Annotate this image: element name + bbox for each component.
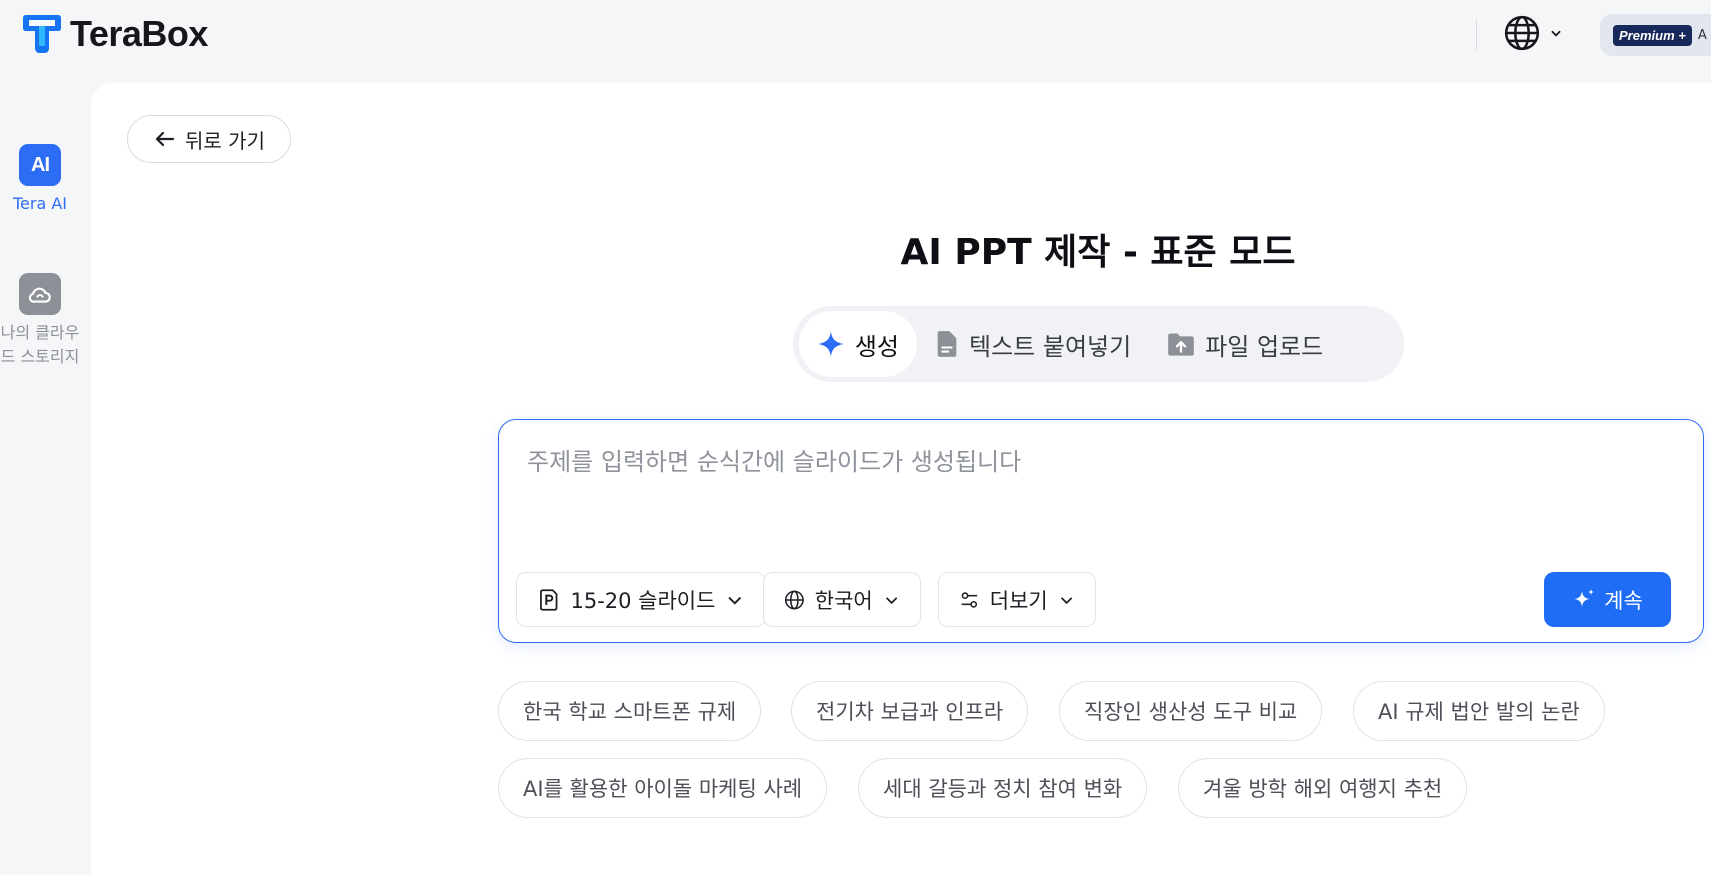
sidebar-item-tera-ai[interactable]: AI Tera AI [0,144,80,216]
folder-upload-icon [1168,333,1195,356]
premium-label: A [1697,27,1707,43]
tab-paste-text[interactable]: 텍스트 붙여넣기 [917,311,1149,377]
prompt-composer: 15-20 슬라이드 한국어 더보기 계속 [498,419,1704,643]
suggestion-chip[interactable]: AI 규제 법안 발의 논란 [1353,681,1605,741]
settings-sliders-icon [961,591,978,608]
suggestion-chip[interactable]: 겨울 방학 해외 여행지 추천 [1178,758,1468,818]
terabox-logo[interactable]: TeraBox [19,13,208,55]
mode-tabs: 생성 텍스트 붙여넣기 파일 업로드 [793,306,1404,382]
topic-input[interactable] [527,442,1667,522]
language-switcher[interactable] [1503,14,1563,52]
chevron-down-icon [728,596,742,605]
main-panel: 뒤로 가기 AI PPT 제작 - 표준 모드 생성 텍스트 붙여넣기 파일 업… [91,83,1711,875]
ai-icon-text: AI [31,153,50,176]
cloud-icon [19,273,61,315]
top-bar: TeraBox Premium + A [0,0,1711,83]
premium-button[interactable]: Premium + A [1600,14,1711,56]
tab-label: 생성 [854,332,899,361]
slides-count-value: 15-20 슬라이드 [570,588,716,613]
continue-button-label: 계속 [1604,588,1643,613]
sidebar-item-label: 나의 클라우드 스토리지 [0,323,80,366]
more-options-label: 더보기 [989,588,1048,613]
terabox-logo-icon [23,15,61,53]
suggestion-chip[interactable]: 세대 갈등과 정치 참여 변화 [858,758,1148,818]
sparkles-icon [1574,588,1595,607]
sidebar-item-cloud-storage[interactable]: 나의 클라우드 스토리지 [0,273,80,369]
suggestion-chip[interactable]: 직장인 생산성 도구 비교 [1059,681,1323,741]
suggestion-chip[interactable]: 전기차 보급과 인프라 [791,681,1029,741]
sparkle-icon [818,331,844,357]
tab-file-upload[interactable]: 파일 업로드 [1149,311,1341,377]
back-button-label: 뒤로 가기 [185,128,265,153]
brand-name: TeraBox [70,13,208,54]
sidebar: AI Tera AI 나의 클라우드 스토리지 [0,83,91,875]
chevron-down-icon [885,596,898,604]
continue-button[interactable]: 계속 [1544,572,1671,627]
tab-label: 파일 업로드 [1205,332,1324,361]
language-dropdown[interactable]: 한국어 [763,572,921,627]
slides-count-dropdown[interactable]: 15-20 슬라이드 [516,572,766,627]
globe-icon [1504,15,1540,51]
globe-icon [784,590,804,609]
arrow-left-icon [155,131,175,147]
document-icon [937,331,957,357]
premium-badge: Premium + [1613,24,1692,46]
chevron-down-icon [1060,596,1073,604]
suggestion-chip[interactable]: AI를 활용한 아이돌 마케팅 사례 [498,758,828,818]
suggestion-chip[interactable]: 한국 학교 스마트폰 규제 [498,681,762,741]
back-button[interactable]: 뒤로 가기 [127,115,291,163]
tab-generate[interactable]: 생성 [799,311,917,377]
language-value: 한국어 [814,588,873,613]
tab-label: 텍스트 붙여넣기 [969,332,1132,361]
slide-p-icon [540,588,558,611]
ai-icon: AI [19,144,61,186]
page-title: AI PPT 제작 - 표준 모드 [900,232,1296,273]
top-divider [1476,20,1477,50]
more-options-dropdown[interactable]: 더보기 [938,572,1096,627]
sidebar-item-label: Tera AI [12,194,68,213]
chevron-down-icon [1551,30,1561,37]
